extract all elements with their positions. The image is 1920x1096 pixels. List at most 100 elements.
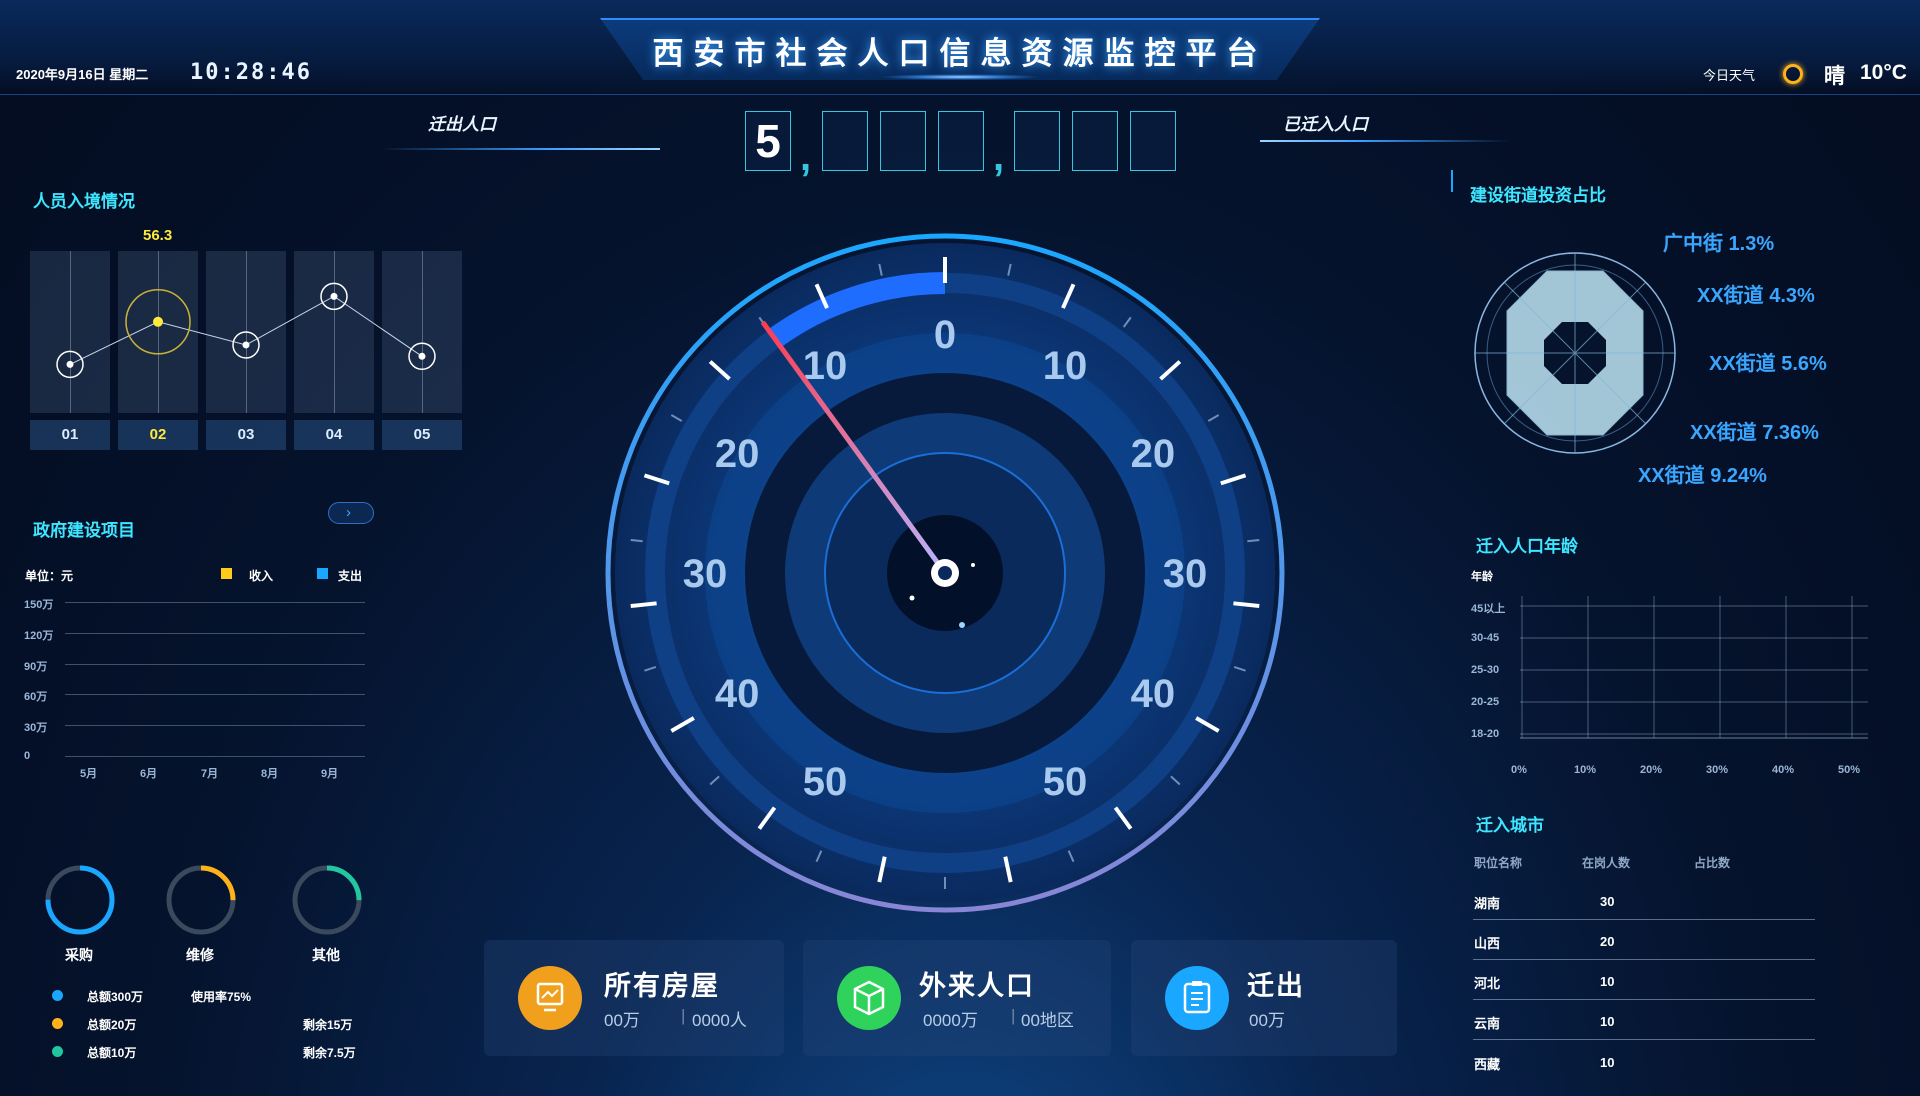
entry-tab-01[interactable]: 01 [30,420,110,450]
card-sub: 00地区 [1021,1011,1074,1030]
table-header: 在岗人数 [1582,856,1631,870]
gauge-label: 20 [1131,432,1176,476]
investment-radar [1474,252,1676,454]
table-row-line [1473,1039,1815,1040]
title-glow [880,74,1040,80]
gauge-tick [1233,601,1260,609]
y-tick: 90万 [24,661,48,673]
gauge-label: 30 [1163,552,1208,596]
investment-panel-title: 建设街道投资占比 [1470,186,1606,205]
ring-label-repair: 维修 [186,947,214,963]
ring-label-purchase: 采购 [65,947,93,963]
entry-point [418,352,426,360]
gauge-label: 50 [1043,760,1088,804]
age-panel-title: 迁入人口年龄 [1476,537,1578,556]
page-title: 西安市社会人口信息资源监控平台 [652,36,1268,71]
house-card-icon [518,966,582,1030]
population-digit [1014,111,1060,171]
gauge-label: 10 [1043,344,1088,388]
weather-condition: 晴 [1824,65,1845,88]
x-tick: 6月 [140,768,158,780]
moveout-card-icon [1165,966,1229,1030]
date-text: 2020年9月16日 星期二 [16,67,149,82]
gauge-label: 20 [715,432,760,476]
population-digit: 5 [745,111,791,171]
weather-label: 今日天气 [1703,68,1756,83]
entry-point [330,292,338,300]
card-title: 迁出 [1247,971,1305,1001]
y-tick: 120万 [24,630,54,642]
migrant-card-icon [837,966,901,1030]
population-digit [1130,111,1176,171]
legend-total: 总额20万 [87,1018,137,1032]
income-legend-swatch [221,568,232,579]
legend-dot [52,1018,63,1029]
legend-extra: 剩余15万 [303,1018,353,1032]
age-y-tick: 25-30 [1471,664,1500,676]
gridline [65,756,365,757]
gauge-tick [1247,538,1260,543]
legend-total: 总额300万 [87,990,144,1004]
unit-label: 单位：元 [25,569,74,583]
in-population-line [1260,140,1510,142]
gridline [65,694,365,695]
clipboard-icon [1183,981,1211,1014]
entry-tab-04[interactable]: 04 [294,420,374,450]
star-dot [971,563,975,567]
gauge-tick [630,538,643,543]
table-cell-count: 30 [1600,894,1615,909]
investment-item: XX街道 5.6% [1709,353,1827,375]
investment-item: XX街道 4.3% [1697,285,1815,307]
gauge-hub-center [938,566,952,580]
x-tick: 5月 [80,768,98,780]
next-button[interactable]: › [328,502,374,524]
star-dot [909,595,915,601]
table-cell-count: 10 [1600,1055,1615,1070]
investment-item: XX街道 9.24% [1638,465,1767,487]
star-dot [959,622,965,628]
entry-tab-03[interactable]: 03 [206,420,286,450]
in-population-label: 已迁入人口 [1283,115,1368,134]
table-cell-count: 20 [1600,934,1615,949]
gridline [65,633,365,634]
ring-label-other: 其他 [312,947,340,963]
out-population-label: 迁出人口 [428,115,496,134]
entry-tab-05[interactable]: 05 [382,420,462,450]
chevron-right-icon: › [346,504,351,521]
expense-legend-label: 支出 [338,569,363,583]
gauge-tick [630,601,657,609]
clock-text: 10:28:46 [190,60,312,85]
age-x-tick: 20% [1640,764,1663,776]
investment-item: XX街道 7.36% [1690,422,1819,444]
card-sub: 0000万 [923,1011,978,1030]
x-tick: 9月 [321,768,339,780]
table-cell-city: 湖南 [1474,896,1501,911]
legend-dot [52,990,63,1001]
income-legend-label: 收入 [249,569,274,583]
y-tick: 150万 [24,599,54,611]
card-migrants[interactable]: 外来人口 0000万 | 00地区 [803,940,1111,1056]
table-cell-count: 10 [1600,1014,1615,1029]
card-divider: | [1011,1006,1016,1025]
card-moveout[interactable]: 迁出 00万 [1131,940,1397,1056]
age-y-tick: 20-25 [1471,696,1500,708]
legend-total: 总额10万 [87,1046,137,1060]
ring-charts [45,865,362,935]
age-x-tick: 10% [1574,764,1597,776]
table-cell-city: 河北 [1474,976,1501,991]
gauge-label: 40 [715,672,760,716]
gridline [65,664,365,665]
projects-panel-title: 政府建设项目 [33,521,135,540]
expense-legend-swatch [317,568,328,579]
table-header: 占比数 [1694,856,1731,870]
card-title: 所有房屋 [604,971,720,1001]
y-tick: 30万 [24,722,48,734]
gauge-label: 40 [1131,672,1176,716]
table-row-line [1473,999,1815,1000]
card-houses[interactable]: 所有房屋 00万 | 0000人 [484,940,784,1056]
weather-temperature: 10°C [1860,61,1907,84]
entry-highlight-value: 56.3 [143,227,173,244]
population-digit [880,111,926,171]
entry-series-line [69,295,423,365]
entry-tab-02[interactable]: 02 [118,420,198,450]
